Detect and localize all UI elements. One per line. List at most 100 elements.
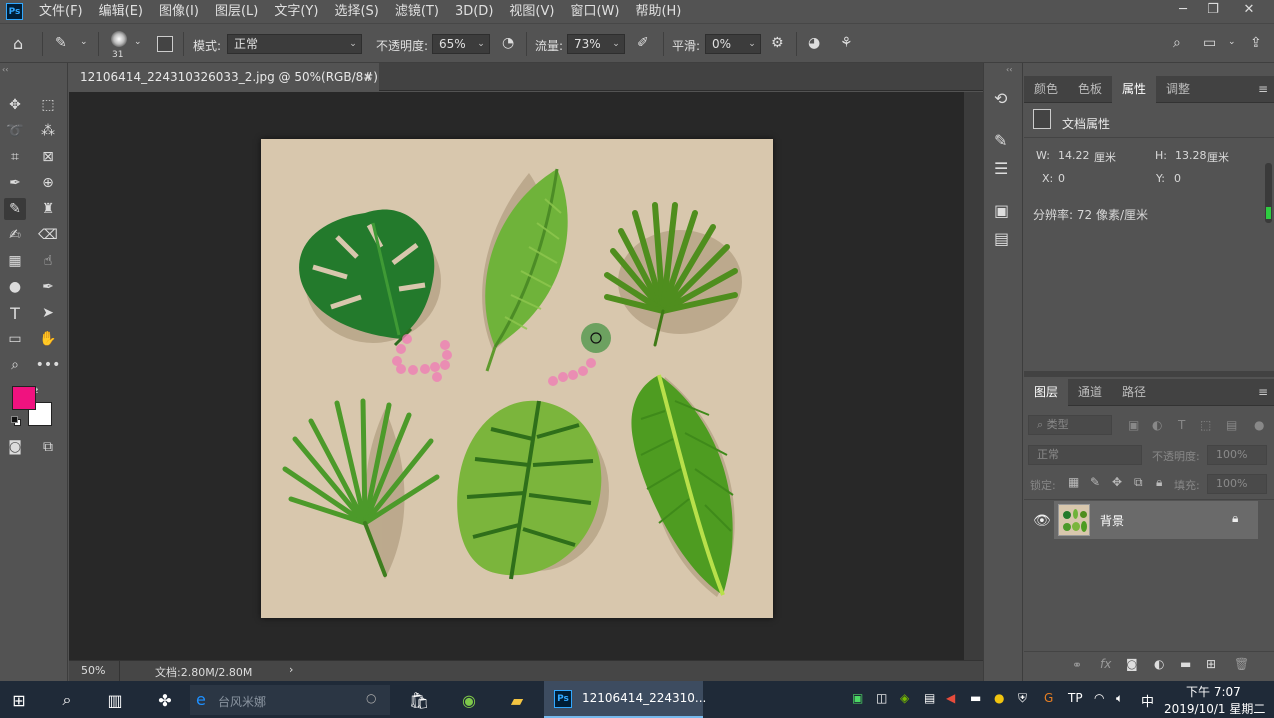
tray-app-icon[interactable]: ◫ — [876, 691, 887, 705]
quick-mask-icon[interactable]: ◙ — [4, 436, 26, 458]
nvidia-icon[interactable]: ◈ — [900, 691, 909, 705]
vertical-scrollbar[interactable] — [964, 92, 983, 660]
tray-app-icon[interactable]: ● — [994, 691, 1004, 705]
pressure-opacity-icon[interactable]: ◔ — [502, 36, 514, 50]
symmetry-icon[interactable]: ⚘ — [840, 36, 853, 50]
clock-time[interactable]: 下午 7:07 — [1186, 683, 1241, 700]
eyedropper-tool-icon[interactable]: ✒ — [4, 172, 26, 194]
foreground-color-swatch[interactable] — [12, 386, 36, 410]
close-window-button[interactable]: ✕ — [1234, 0, 1264, 20]
layer-filter-select[interactable]: ⌕ 类型 — [1028, 415, 1112, 435]
tab-channels[interactable]: 通道 — [1068, 379, 1112, 406]
hand-tool-icon[interactable]: ✋ — [37, 328, 59, 350]
red-eye-tool-icon[interactable]: ⊕ — [37, 172, 59, 194]
mode-select[interactable]: 正常 — [227, 34, 362, 54]
adjustment-layer-icon[interactable]: ◐ — [1154, 657, 1164, 671]
brush-tip-icon[interactable] — [111, 31, 127, 47]
screen-mode-icon[interactable]: ⧉ — [37, 436, 59, 458]
history-icon[interactable]: ⟲ — [994, 91, 1007, 107]
smudge-tool-icon[interactable]: ☝ — [37, 250, 59, 272]
menu-image[interactable]: 图像(I) — [151, 0, 207, 23]
search-icon[interactable]: ⌕ — [1173, 36, 1181, 50]
lock-paint-icon[interactable]: ✎ — [1090, 475, 1100, 489]
close-tab-icon[interactable]: × — [363, 63, 373, 91]
pixel-filter-icon[interactable]: ▣ — [1128, 418, 1139, 432]
gradient-tool-icon[interactable]: ▦ — [4, 250, 26, 272]
path-select-tool-icon[interactable]: ➤ — [37, 302, 59, 324]
fx-icon[interactable]: fx — [1100, 657, 1111, 671]
brush-tool-icon[interactable]: ✎ — [4, 198, 26, 220]
fill-input[interactable]: 100% — [1207, 474, 1267, 494]
width-unit[interactable]: 厘米 — [1094, 149, 1116, 165]
add-mask-icon[interactable]: ◙ — [1126, 657, 1138, 671]
menu-layer[interactable]: 图层(L) — [207, 0, 266, 23]
quick-select-tool-icon[interactable]: ⁂ — [37, 120, 59, 142]
chevron-down-icon[interactable]: ⌄ — [80, 38, 88, 47]
lock-all-icon[interactable]: 🔒︎ — [1156, 475, 1162, 490]
expand-icon[interactable]: ‹‹ — [1006, 65, 1012, 74]
volume-icon[interactable]: 🔈︎ — [1116, 691, 1123, 706]
tray-app-icon[interactable]: ▣ — [852, 691, 863, 705]
menu-filter[interactable]: 滤镜(T) — [387, 0, 447, 23]
zoom-level[interactable]: 50% — [81, 664, 105, 677]
layer-row[interactable]: 背景 🔒︎ — [1054, 501, 1258, 539]
menu-edit[interactable]: 编辑(E) — [91, 0, 151, 23]
cortana-icon[interactable]: ○ — [366, 691, 376, 705]
tab-layers[interactable]: 图层 — [1024, 379, 1069, 406]
marquee-tool-icon[interactable]: ⬚ — [37, 94, 59, 116]
default-colors-icon[interactable] — [11, 416, 21, 426]
wifi-icon[interactable]: ◠ — [1094, 691, 1104, 705]
store-icon[interactable]: 🛍︎ — [404, 685, 434, 715]
eye-icon[interactable]: 👁︎ — [1033, 513, 1051, 529]
dodge-tool-icon[interactable]: ● — [4, 276, 26, 298]
type-filter-icon[interactable]: T — [1178, 418, 1185, 432]
document-tab[interactable]: 12106414_224310326033_2.jpg @ 50%(RGB/8#… — [69, 63, 379, 112]
tab-swatches[interactable]: 色板 — [1068, 76, 1112, 103]
security-icon[interactable]: ⛨ — [1018, 691, 1027, 706]
tab-properties[interactable]: 属性 — [1112, 76, 1157, 103]
chevron-down-icon[interactable]: ⌄ — [745, 34, 759, 54]
libraries-icon[interactable]: ▣ — [994, 203, 1009, 219]
filter-toggle-icon[interactable]: ● — [1254, 418, 1264, 432]
tray-app-icon[interactable]: ▬ — [970, 691, 981, 705]
document-canvas[interactable] — [261, 139, 773, 618]
tray-app-icon[interactable]: ◀ — [946, 691, 955, 705]
menu-window[interactable]: 窗口(W) — [562, 0, 627, 23]
layer-lock-icon[interactable]: 🔒︎ — [1232, 511, 1238, 526]
lock-pixels-icon[interactable]: ▦ — [1068, 475, 1079, 489]
tray-app-icon[interactable]: ▤ — [924, 691, 935, 705]
tab-color[interactable]: 颜色 — [1024, 76, 1068, 103]
workspace-icon[interactable]: ▭ — [1203, 36, 1216, 50]
windows-start-icon[interactable]: ⊞ — [4, 685, 34, 715]
ime-indicator[interactable]: 中 — [1141, 691, 1154, 710]
menu-type[interactable]: 文字(Y) — [266, 0, 326, 23]
task-view-icon[interactable]: ▥ — [100, 685, 130, 715]
chevron-down-icon[interactable]: ⌄ — [134, 38, 142, 47]
home-icon[interactable]: ⌂ — [13, 36, 23, 52]
menu-3d[interactable]: 3D(D) — [447, 0, 501, 23]
lasso-tool-icon[interactable]: ➰ — [4, 120, 26, 142]
delete-layer-icon[interactable]: 🗑︎ — [1234, 657, 1249, 671]
tray-app-icon[interactable]: TP — [1068, 691, 1083, 705]
app-pinwheel-icon[interactable]: ✤ — [150, 685, 180, 715]
x-value[interactable]: 0 — [1058, 172, 1065, 185]
browser-icon[interactable]: ◉ — [454, 685, 484, 715]
taskbar-search-box[interactable]: e 台风米娜 ○ — [190, 685, 390, 715]
blend-mode-select[interactable]: 正常 — [1028, 445, 1142, 465]
height-unit[interactable]: 厘米 — [1207, 149, 1229, 165]
y-value[interactable]: 0 — [1174, 172, 1181, 185]
pen-tool-icon[interactable]: ✒ — [37, 276, 59, 298]
eraser-tool-icon[interactable]: ⌫ — [37, 224, 59, 246]
lock-position-icon[interactable]: ✥ — [1112, 475, 1122, 489]
adjustments-icon[interactable]: ☰ — [994, 161, 1008, 177]
search-icon[interactable]: ⌕ — [52, 685, 82, 715]
tab-paths[interactable]: 路径 — [1112, 379, 1156, 406]
more-tools-icon[interactable]: ••• — [36, 354, 61, 376]
taskbar-photoshop-button[interactable]: Ps 12106414_224310... — [544, 681, 706, 718]
brush-panel-toggle-icon[interactable] — [157, 36, 173, 52]
tray-app-icon[interactable]: G — [1044, 691, 1053, 705]
status-menu-arrow-icon[interactable]: › — [289, 663, 293, 676]
layer-name[interactable]: 背景 — [1100, 512, 1124, 529]
type-tool-icon[interactable]: T — [4, 302, 26, 324]
menu-select[interactable]: 选择(S) — [326, 0, 386, 23]
